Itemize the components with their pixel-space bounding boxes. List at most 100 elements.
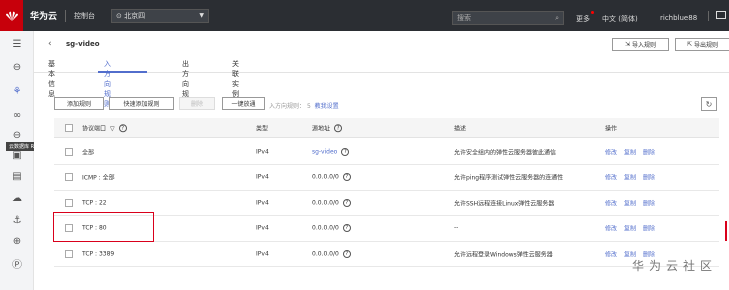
modify-link[interactable]: 修改 [605,251,617,258]
column-protocol: 协议端口 ▽? [82,123,127,133]
delete-link[interactable]: 删除 [643,175,655,182]
divider [708,11,709,21]
source-value: 0.0.0.0/0 [312,224,339,232]
database-icon[interactable]: ∞ [10,108,24,122]
search-icon[interactable]: ⌕ [555,14,559,23]
export-icon: ⇱ [687,41,694,48]
search-placeholder: 搜索 [457,14,471,22]
copy-link[interactable]: 复制 [624,149,636,156]
column-description: 描述 [454,125,467,132]
protocol-cell: ICMP : 全部 [82,174,115,182]
export-rules-button[interactable]: ⇱ 导出规则 [675,38,729,51]
service-sidebar: ☰ ⊖ ⚘ ∞ 云数据库 RDS ⊖ ▣ ▤ ☁ ⚓ ⊕ Ⓟ [0,31,45,290]
type-cell: IPv4 [256,224,269,232]
quick-add-rule-button[interactable]: 快速添加规则 [109,97,174,110]
brand-name[interactable]: 华为云 [30,9,57,22]
delete-link[interactable]: 删除 [643,200,655,207]
back-arrow-icon[interactable]: ‹ [48,39,52,49]
modify-link[interactable]: 修改 [605,200,617,207]
search-input[interactable]: 搜索 ⌕ [452,11,564,25]
copy-link[interactable]: 复制 [624,175,636,182]
help-icon[interactable]: ? [342,198,351,207]
description-cell: 允许远程登录Windows弹性云服务器 [454,251,553,258]
refresh-icon[interactable]: ↻ [701,97,717,111]
operation-cell: 修改 复制 删除 [605,173,662,182]
cloud-icon[interactable]: ☁ [10,191,24,205]
type-cell: IPv4 [256,148,269,155]
console-link[interactable]: 控制台 [74,11,95,21]
operation-cell: 修改 复制 删除 [605,198,662,207]
tab-associated-instances[interactable]: 关联实例 [232,59,239,99]
globe-icon[interactable]: ⊕ [10,234,24,248]
table-row: TCP : 3389 IPv4 0.0.0.0/0? 允许远程登录Windows弹性云… [54,241,719,267]
rule-count-label: 入方向规则： [269,103,306,110]
filter-icon[interactable]: ▽ [110,125,115,132]
column-type: 类型 [256,125,269,132]
row-checkbox[interactable] [65,173,73,181]
copy-link[interactable]: 复制 [624,226,636,233]
database-icon[interactable]: ⊖ [10,128,24,142]
source-cell: sg-video? [312,147,350,156]
document-icon[interactable]: ▤ [10,169,24,183]
user-menu[interactable]: richblue88 [660,14,697,22]
storage-icon[interactable]: ▣ [10,148,24,162]
location-pin-icon: ⊙ [116,11,125,20]
row-checkbox[interactable] [65,198,73,207]
tab-basic-info[interactable]: 基本信息 [48,59,55,99]
rule-count: 5 [306,103,311,110]
delete-link[interactable]: 删除 [643,226,655,233]
help-setup-link[interactable]: 教我设置 [315,103,339,110]
source-cell: 0.0.0.0/0? [312,224,351,232]
modify-link[interactable]: 修改 [605,149,617,156]
language-selector[interactable]: 中文 (简体) [602,14,638,24]
menu-icon[interactable]: ☰ [10,37,24,51]
help-icon[interactable]: ? [118,124,127,133]
source-value[interactable]: sg-video [312,148,337,155]
cloud-server-icon[interactable]: ⊖ [10,60,24,74]
page-header: ‹ sg-video ⇲ 导入规则 ⇱ 导出规则 基本信息 入方向规则 出方向规… [34,31,729,108]
huawei-logo-icon[interactable] [0,0,23,31]
help-icon[interactable]: ? [341,147,350,156]
import-label: 导入规则 [631,42,656,49]
copy-link[interactable]: 复制 [624,200,636,207]
row-checkbox[interactable] [65,249,73,258]
security-icon[interactable]: ⚓ [10,213,24,227]
add-rule-button[interactable]: 添加规则 [54,97,104,110]
column-source-label: 源地址 [312,124,331,132]
help-icon[interactable]: ? [334,124,343,133]
protocol-cell: TCP : 22 [82,199,107,206]
more-label: 更多 [576,15,590,23]
help-icon[interactable]: ? [342,224,351,232]
import-rules-button[interactable]: ⇲ 导入规则 [612,38,669,51]
notification-dot [591,11,594,14]
modify-link[interactable]: 修改 [605,175,617,182]
column-protocol-label: 协议端口 [82,124,107,132]
type-cell: IPv4 [256,250,269,257]
help-icon[interactable]: ? [342,249,351,258]
modify-link[interactable]: 修改 [605,226,617,233]
mail-icon[interactable] [716,11,726,19]
row-checkbox[interactable] [65,147,73,156]
active-tab-indicator [98,71,147,73]
page-title: sg-video [66,40,100,48]
allow-all-button[interactable]: 一键放通 [222,97,265,110]
delete-link[interactable]: 删除 [643,149,655,156]
protocol-cell: 全部 [82,149,95,156]
import-icon: ⇲ [625,41,632,48]
select-all-checkbox[interactable] [65,123,73,132]
highlight-box [53,212,154,242]
dns-icon[interactable]: Ⓟ [10,256,24,271]
help-icon[interactable]: ? [342,173,351,181]
column-source: 源地址? [312,123,343,133]
more-menu[interactable]: 更多 [576,11,594,24]
main-content: ‹ sg-video ⇲ 导入规则 ⇱ 导出规则 基本信息 入方向规则 出方向规… [34,31,729,290]
region-selector[interactable]: ⊙ 北京四 ▼ [111,8,210,23]
description-cell: 允许ping程序测试弹性云服务器的连通性 [454,174,564,182]
network-icon[interactable]: ⚘ [10,84,24,98]
table-row: 全部 IPv4 sg-video? 允许安全组内的弹性云服务器彼此通信 修改 复制 删除 [54,139,719,165]
description-cell: 允许SSH远程连接Linux弹性云服务器 [454,200,555,207]
operation-cell: 修改 复制 删除 [605,147,662,156]
rule-count-info: 入方向规则： 5 教我设置 [269,101,339,110]
delete-button[interactable]: 删除 [179,97,215,110]
scroll-indicator [725,221,727,241]
